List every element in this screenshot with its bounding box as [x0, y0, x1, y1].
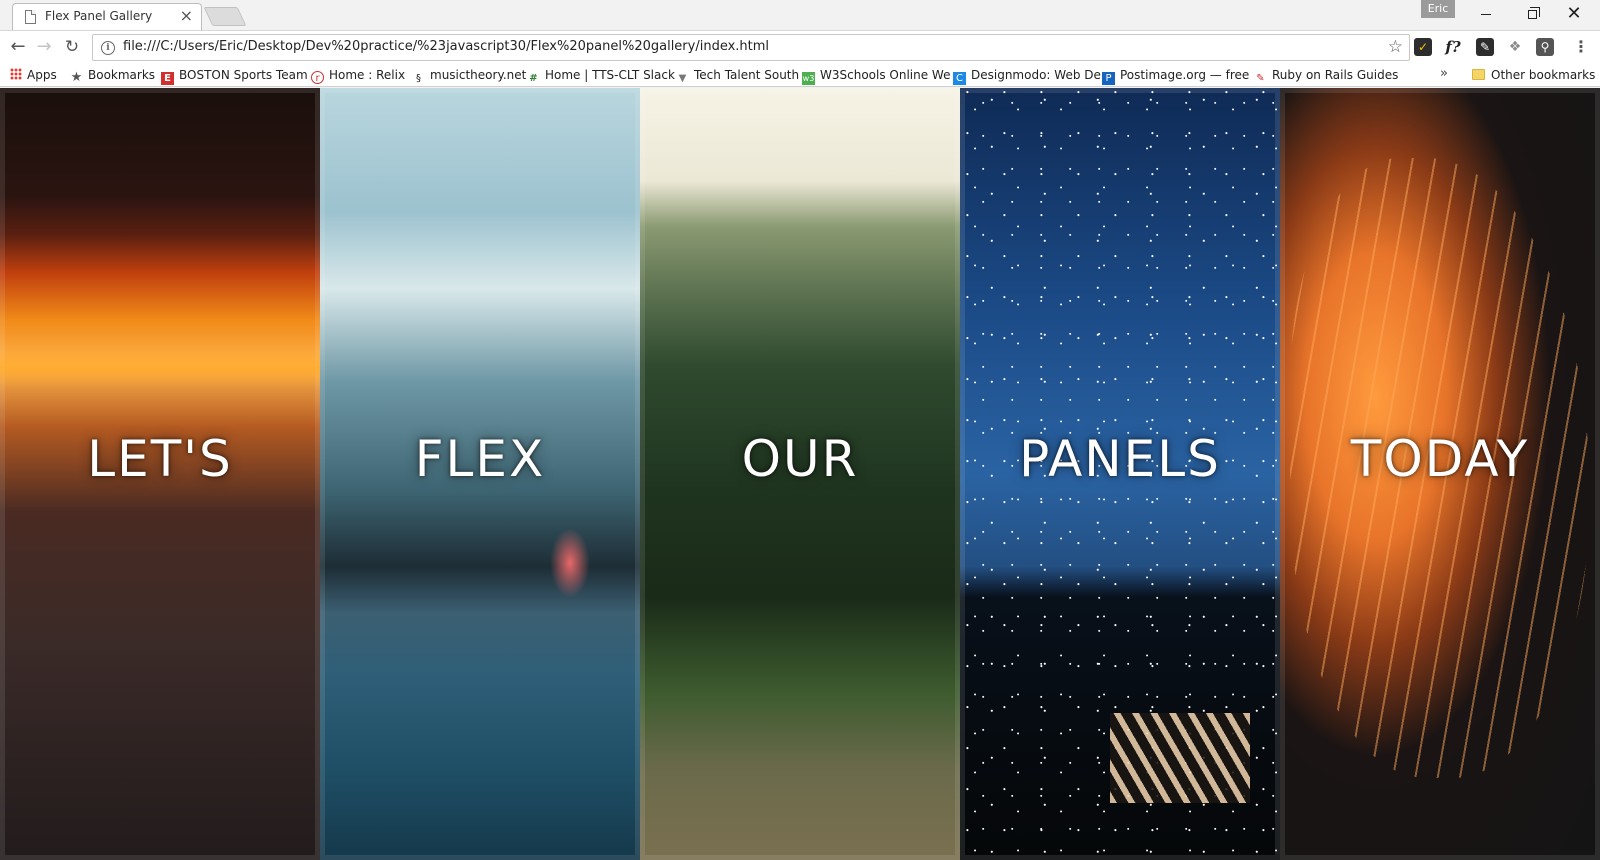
back-arrow-icon[interactable]: ← [6, 35, 30, 59]
bookmark-relix[interactable]: r Home : Relix [311, 66, 405, 84]
bookmark-star-icon[interactable]: ☆ [1388, 37, 1403, 57]
bookmark-boston-sports[interactable]: E BOSTON Sports Team [161, 66, 308, 85]
postimage-icon: P [1102, 72, 1115, 85]
bookmark-apps[interactable]: Apps [10, 66, 57, 84]
bookmark-label: Home | TTS-CLT Slack [545, 68, 675, 82]
url-text[interactable]: file:///C:/Users/Eric/Desktop/Dev%20prac… [123, 39, 769, 54]
bookmark-label: Designmodo: Web De [971, 68, 1101, 82]
bookmark-label: Ruby on Rails Guides [1272, 68, 1399, 82]
norton-icon[interactable]: ✓ [1414, 38, 1432, 56]
panel-gallery: LET'S FLEX OUR PANELS TODAY [0, 88, 1600, 860]
lit-cabin [1110, 713, 1250, 803]
folder-icon [1472, 69, 1485, 80]
minimize-icon [1481, 13, 1491, 15]
tts-icon: ▼ [678, 73, 687, 84]
bookmark-label: Home : Relix [329, 68, 406, 82]
bookmark-other[interactable]: Other bookmarks [1472, 66, 1595, 84]
designmodo-icon: C [953, 72, 966, 85]
info-icon[interactable]: i [101, 41, 115, 55]
address-bar[interactable]: i file:///C:/Users/Eric/Desktop/Dev%20pr… [92, 34, 1410, 61]
espn-icon: E [161, 72, 174, 85]
menu-icon[interactable]: ⋮ [1572, 38, 1590, 56]
more-bookmarks-chevron-icon[interactable]: » [1440, 66, 1448, 81]
evernote-icon[interactable]: ✎ [1476, 38, 1494, 56]
rails-icon: ✎ [1256, 73, 1265, 84]
dropbox-icon[interactable]: ❖ [1506, 38, 1524, 56]
bookmark-designmodo[interactable]: C Designmodo: Web De [953, 66, 1101, 85]
keeper-icon[interactable]: ⚲ [1536, 38, 1554, 56]
new-tab-button[interactable] [203, 7, 247, 26]
bookmark-rails-guides[interactable]: ✎ Ruby on Rails Guides [1254, 66, 1398, 84]
profile-button[interactable]: Eric [1421, 0, 1455, 18]
panel-starry-night[interactable]: PANELS [960, 88, 1280, 860]
lava-glow [550, 528, 590, 598]
close-window-button[interactable]: ✕ [1560, 2, 1588, 26]
restore-button[interactable] [1518, 2, 1546, 26]
panel-word: PANELS [1019, 430, 1221, 488]
bookmark-label: Postimage.org — free [1120, 68, 1250, 82]
tab-title: Flex Panel Gallery [45, 9, 153, 23]
panel-word: OUR [741, 430, 859, 488]
panel-sunset-clouds[interactable]: LET'S [0, 88, 320, 860]
bookmark-label: Tech Talent South [694, 68, 800, 82]
apps-grid-icon [10, 68, 22, 80]
panel-word: TODAY [1350, 430, 1530, 488]
bookmark-label: Bookmarks [88, 68, 156, 82]
bookmark-tech-talent-south[interactable]: ▼ Tech Talent South [676, 66, 799, 84]
reload-icon[interactable]: ↻ [60, 35, 84, 59]
bookmark-musictheory[interactable]: § musictheory.net [412, 66, 526, 84]
w3schools-icon: w3 [802, 72, 815, 85]
panel-jellyfish[interactable]: TODAY [1280, 88, 1600, 860]
star-icon: ★ [70, 70, 83, 85]
bookmark-w3schools[interactable]: w3 W3Schools Online We [802, 66, 951, 85]
browser-toolbar: ← → ↻ i file:///C:/Users/Eric/Desktop/De… [0, 30, 1600, 63]
forward-arrow-icon[interactable]: → [32, 35, 56, 59]
minimize-button[interactable] [1472, 2, 1500, 26]
browser-tab[interactable]: Flex Panel Gallery × [12, 3, 202, 30]
restore-icon [1527, 6, 1540, 19]
bookmarks-bar: Apps ★ Bookmarks E BOSTON Sports Team r Hom… [0, 63, 1600, 87]
bookmark-bookmarks[interactable]: ★ Bookmarks [70, 66, 155, 84]
bookmark-slack[interactable]: # Home | TTS-CLT Slack [527, 66, 675, 84]
bookmark-label: Other bookmarks [1491, 68, 1596, 82]
tab-close-icon[interactable]: × [180, 6, 193, 26]
bookmark-postimage[interactable]: P Postimage.org — free [1102, 66, 1250, 85]
musictheory-icon: § [416, 73, 421, 84]
panel-word: LET'S [87, 430, 233, 488]
panel-word: FLEX [414, 430, 546, 488]
bookmark-label: W3Schools Online We [820, 68, 951, 82]
panel-forest[interactable]: OUR [640, 88, 960, 860]
page-icon [25, 10, 36, 24]
font-finder-icon[interactable]: f? [1444, 38, 1462, 56]
slack-icon: # [529, 73, 538, 84]
relix-icon: r [311, 71, 324, 84]
panel-ocean-volcano[interactable]: FLEX [320, 88, 640, 860]
bookmark-label: BOSTON Sports Team [179, 68, 308, 82]
bookmark-label: musictheory.net [430, 68, 527, 82]
tab-strip: Flex Panel Gallery × Eric ✕ [0, 0, 1600, 30]
sunset-glow [0, 348, 320, 388]
bookmark-label: Apps [27, 68, 57, 82]
